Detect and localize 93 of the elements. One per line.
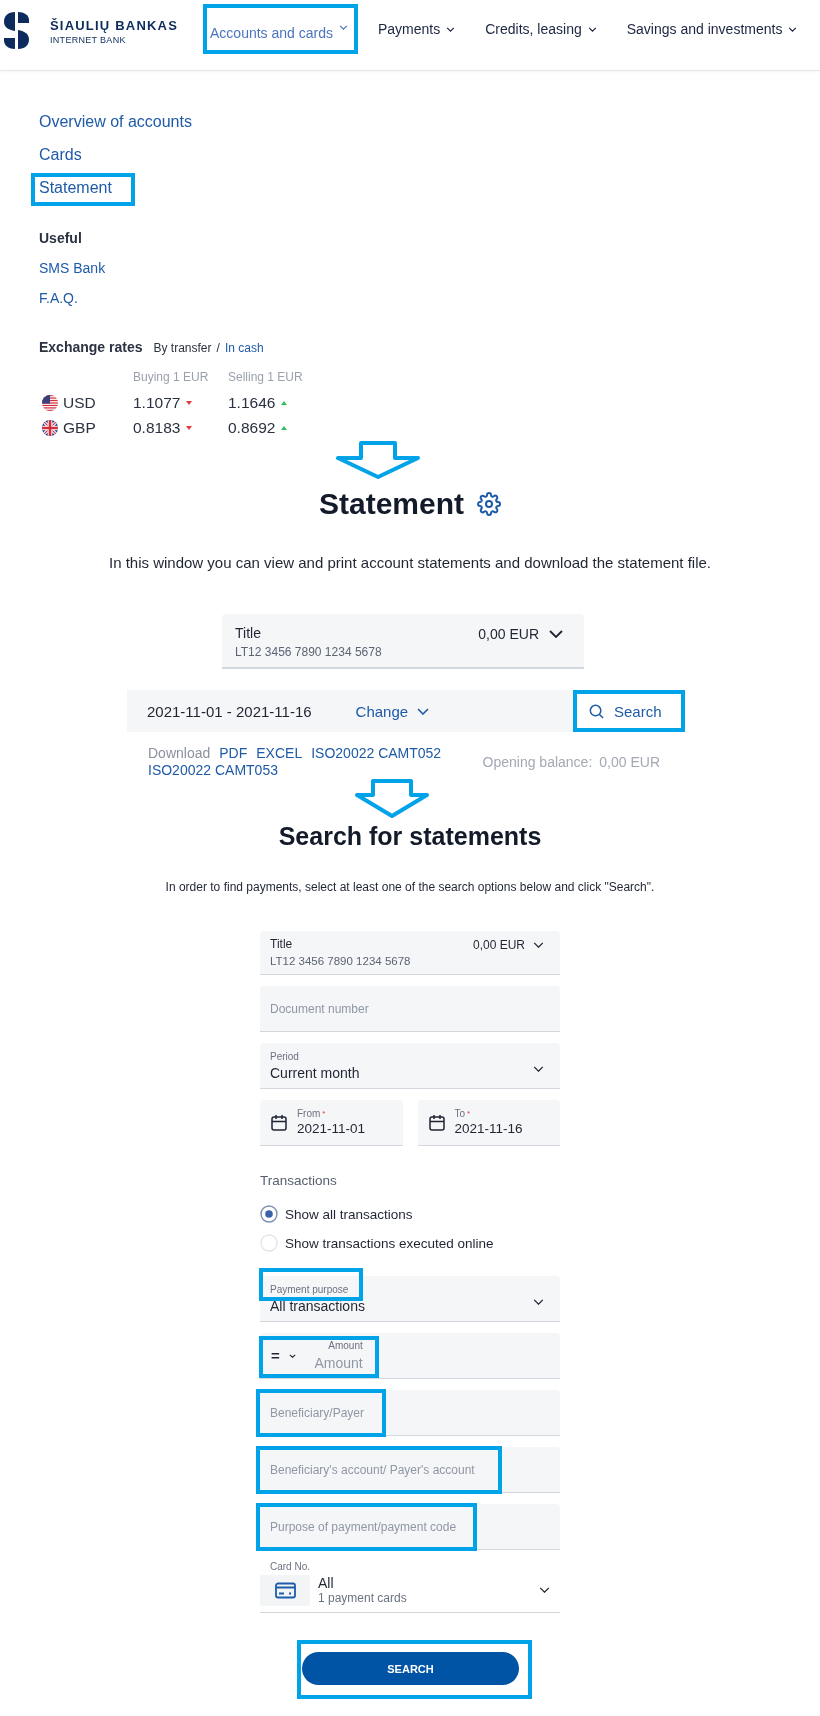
- download-link[interactable]: PDF: [219, 745, 248, 762]
- date-field[interactable]: To * 2021-11-16: [417, 1100, 560, 1146]
- card-selector[interactable]: Card No. All 1 payment cards: [260, 1561, 560, 1613]
- field-value: 2021-11-01: [297, 1121, 366, 1137]
- radio-option[interactable]: Show all transactions: [260, 1204, 560, 1224]
- opening-balance-label: Opening balance:: [482, 754, 593, 770]
- nav-menu-item[interactable]: Savings and investments: [626, 21, 798, 37]
- section-heading: Useful: [39, 229, 82, 247]
- account-balance: 0,00 EUR: [478, 625, 539, 642]
- nav-menu-item[interactable]: Payments: [378, 21, 456, 37]
- download-link[interactable]: EXCEL: [256, 745, 303, 762]
- down-arrow-icon: [354, 779, 430, 819]
- currency-code: GBP: [63, 418, 96, 437]
- field-note: 1 payment cards: [318, 1591, 408, 1605]
- nav-menu-item[interactable]: Accounts and cards: [210, 17, 348, 41]
- field-value: All transactions: [270, 1298, 365, 1315]
- input-field[interactable]: Document number: [260, 986, 560, 1032]
- bank-subtitle: INTERNET BANK: [50, 34, 127, 46]
- separator-slash: /: [216, 341, 220, 355]
- rate-value: 1.1646: [228, 393, 276, 412]
- chevron-down-icon: [539, 1587, 550, 1593]
- chevron-down-icon: [549, 629, 563, 638]
- rate-value: 0.8183: [133, 418, 181, 437]
- account-title: Title: [270, 937, 294, 952]
- rate-mode-tab[interactable]: By transfer: [153, 333, 212, 355]
- chevron-down-icon: [533, 1299, 544, 1305]
- account-number: LT12 3456 7890 1234 5678: [235, 645, 382, 660]
- account-selector[interactable]: Title LT12 3456 7890 1234 5678 0,00 EUR: [222, 614, 584, 669]
- sidebar-link[interactable]: Cards: [39, 145, 82, 165]
- calendar-icon: [271, 1114, 287, 1131]
- field-label: Amount: [328, 1339, 363, 1352]
- field-label: To *: [454, 1108, 472, 1120]
- field-label: Payment purpose: [270, 1284, 350, 1296]
- field-value: All: [318, 1575, 335, 1591]
- chevron-down-icon: [533, 941, 544, 948]
- chevron-down-icon: [533, 1066, 544, 1072]
- exchange-rates-title: Exchange rates: [39, 338, 143, 356]
- chevron-down-icon: [587, 26, 597, 32]
- sidebar-link[interactable]: Statement: [39, 178, 112, 198]
- currency-code: USD: [63, 393, 96, 412]
- chevron-down-icon: [788, 26, 798, 32]
- amount-input[interactable]: Amount: [312, 1354, 363, 1372]
- down-arrow-icon: [335, 441, 421, 479]
- field-label: Card No.: [269, 1561, 311, 1573]
- page-description: In this window you can view and print account statements and download the statement file.: [108, 554, 712, 572]
- field-label: From *: [297, 1108, 327, 1120]
- uk-flag-icon: [42, 419, 58, 436]
- account-title: Title: [235, 625, 262, 642]
- credit-card-icon: [260, 1575, 310, 1606]
- operator-dropdown[interactable]: =: [271, 1347, 296, 1364]
- account-balance: 0,00 EUR: [472, 937, 525, 952]
- column-header: Selling 1 EUR: [228, 370, 303, 384]
- useful-link[interactable]: F.A.Q.: [39, 289, 78, 307]
- field-label: Period: [270, 1051, 300, 1063]
- chevron-down-icon: [288, 1353, 296, 1358]
- rate-value: 1.1077: [133, 393, 181, 412]
- chevron-down-icon: [339, 25, 348, 30]
- field-value: 2021-11-16: [454, 1121, 523, 1137]
- calendar-icon: [428, 1114, 445, 1131]
- change-period-dropdown[interactable]: Change: [355, 702, 430, 720]
- download-link[interactable]: ISO20022 CAMT053: [148, 762, 278, 779]
- account-selector[interactable]: Title LT12 3456 7890 1234 5678 0,00 EUR: [260, 931, 560, 975]
- input-field[interactable]: Beneficiary/Payer: [260, 1390, 560, 1436]
- page-title: Statement: [318, 487, 464, 521]
- opening-balance-value: 0,00 EUR: [599, 754, 660, 770]
- date-field[interactable]: From * 2021-11-01: [260, 1100, 403, 1146]
- nav-menu-item[interactable]: Credits, leasing: [485, 21, 597, 37]
- search-button[interactable]: Search: [577, 694, 681, 728]
- settings-icon[interactable]: [477, 492, 501, 516]
- sidebar-link[interactable]: Overview of accounts: [39, 112, 192, 132]
- download-link[interactable]: ISO20022 CAMT052: [311, 745, 442, 762]
- date-range: 2021-11-01 - 2021-11-16: [147, 702, 312, 720]
- us-flag-icon: [42, 394, 58, 411]
- account-number: LT12 3456 7890 1234 5678: [270, 954, 411, 968]
- chevron-down-icon: [446, 26, 456, 32]
- download-label: Download: [148, 745, 211, 762]
- search-icon: [589, 703, 604, 719]
- rate-value: 0.8692: [228, 418, 276, 437]
- useful-link[interactable]: SMS Bank: [39, 259, 106, 277]
- group-label: Transactions: [260, 1173, 338, 1189]
- section-title: Search for statements: [277, 821, 543, 852]
- bank-name: ŠIAULIŲ BANKAS: [50, 18, 179, 34]
- dropdown-field[interactable]: Period Current month: [260, 1043, 560, 1089]
- column-header: Buying 1 EUR: [133, 370, 210, 384]
- radio-option[interactable]: Show transactions executed online: [260, 1233, 560, 1253]
- search-button[interactable]: SEARCH: [302, 1652, 519, 1685]
- dropdown-field[interactable]: Payment purpose All transactions: [260, 1276, 560, 1322]
- chevron-down-icon: [417, 707, 430, 715]
- rate-mode-tab[interactable]: In cash: [224, 341, 264, 355]
- section-description: In order to find payments, select at least one of the search options below and click "Search".: [164, 880, 656, 894]
- field-value: Current month: [270, 1065, 360, 1082]
- logo-icon[interactable]: [3, 11, 30, 50]
- radio-icon[interactable]: [260, 1205, 278, 1223]
